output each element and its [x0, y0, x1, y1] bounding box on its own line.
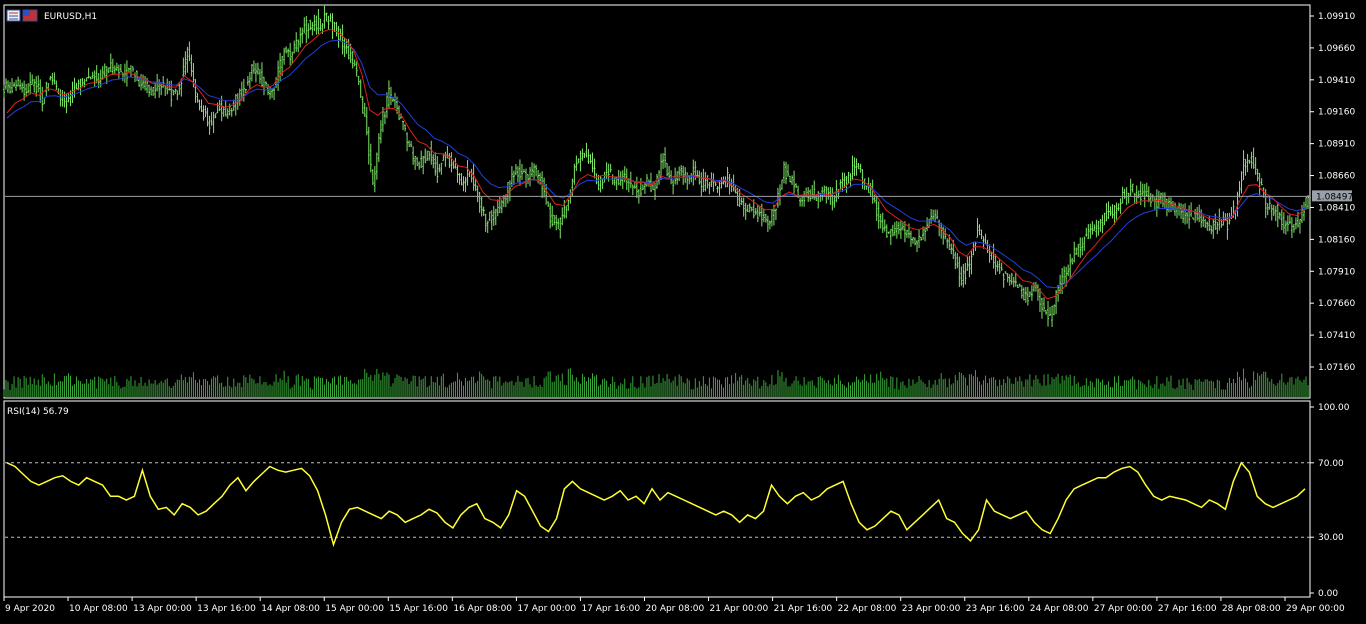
price-tick-label: 1.07660 — [1318, 299, 1355, 309]
rsi-label: RSI(14) 56.79 — [7, 407, 69, 417]
time-tick-label: 17 Apr 00:00 — [517, 604, 576, 614]
price-tick-label: 1.08160 — [1318, 235, 1355, 245]
time-tick-label: 23 Apr 00:00 — [902, 604, 961, 614]
time-tick-label: 9 Apr 2020 — [5, 604, 55, 614]
chart-canvas[interactable]: EURUSD,H1 RSI(14) 56.79 1.09910 1.09660 1.… — [0, 0, 1366, 624]
time-tick-label: 13 Apr 00:00 — [133, 604, 192, 614]
time-tick-label: 29 Apr 00:00 — [1286, 604, 1345, 614]
time-tick-label: 17 Apr 16:00 — [581, 604, 640, 614]
time-tick-label: 10 Apr 08:00 — [69, 604, 128, 614]
time-tick-label: 13 Apr 16:00 — [197, 604, 256, 614]
time-tick-label: 21 Apr 00:00 — [710, 604, 769, 614]
chart-background — [0, 0, 1366, 624]
price-tick-label: 1.07160 — [1318, 363, 1355, 373]
price-tick-label: 1.07410 — [1318, 331, 1355, 341]
rsi-tick-label: 70.00 — [1318, 459, 1344, 469]
time-tick-label: 15 Apr 16:00 — [389, 604, 448, 614]
price-tick-label: 1.09410 — [1318, 76, 1355, 86]
time-tick-label: 27 Apr 16:00 — [1158, 604, 1217, 614]
time-tick-label: 20 Apr 08:00 — [646, 604, 705, 614]
time-tick-label: 14 Apr 08:00 — [261, 604, 320, 614]
price-tick-label: 1.07910 — [1318, 267, 1355, 277]
time-tick-label: 21 Apr 16:00 — [774, 604, 833, 614]
rsi-tick-label: 30.00 — [1318, 533, 1344, 543]
price-tick-label: 1.08660 — [1318, 172, 1355, 182]
time-tick-label: 22 Apr 08:00 — [838, 604, 897, 614]
time-tick-label: 27 Apr 00:00 — [1094, 604, 1153, 614]
price-tick-label: 1.08910 — [1318, 140, 1355, 150]
time-tick-label: 16 Apr 08:00 — [453, 604, 512, 614]
time-tick-label: 28 Apr 08:00 — [1222, 604, 1281, 614]
current-price-label: 1.08497 — [1316, 192, 1353, 202]
price-tick-label: 1.09910 — [1318, 12, 1355, 22]
price-tick-label: 1.08410 — [1318, 203, 1355, 213]
rsi-tick-label: 100.00 — [1318, 403, 1350, 413]
symbol-title: EURUSD,H1 — [44, 12, 97, 22]
time-tick-label: 23 Apr 16:00 — [966, 604, 1025, 614]
price-tick-label: 1.09660 — [1318, 44, 1355, 54]
price-tick-label: 1.09160 — [1318, 108, 1355, 118]
rsi-tick-label: 0.00 — [1318, 589, 1338, 599]
time-tick-label: 24 Apr 08:00 — [1030, 604, 1089, 614]
time-tick-label: 15 Apr 00:00 — [325, 604, 384, 614]
